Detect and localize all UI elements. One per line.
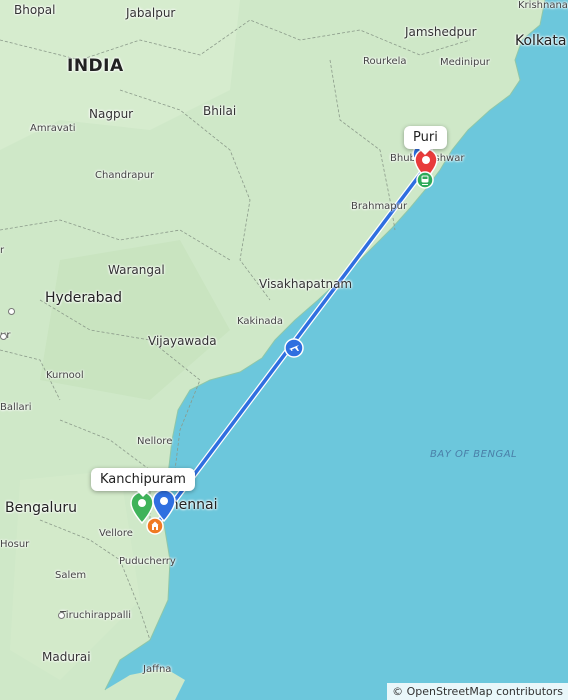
city-label-bhopal: Bhopal	[14, 3, 56, 17]
city-label-chandrapur: Chandrapur	[95, 170, 155, 181]
city-label-edge-left-1: r	[0, 245, 5, 256]
map-attribution[interactable]: © OpenStreetMap contributors	[387, 683, 568, 700]
city-label-amravati: Amravati	[30, 123, 76, 134]
city-dot	[8, 308, 15, 315]
city-label-ballari: Ballari	[0, 402, 32, 413]
city-label-kakinada: Kakinada	[237, 316, 284, 327]
city-label-bhilai: Bhilai	[203, 104, 237, 118]
city-label-warangal: Warangal	[108, 263, 165, 277]
callout-kanchipuram[interactable]: Kanchipuram	[91, 468, 195, 497]
city-label-krishnanagar: Krishnanag	[518, 0, 568, 11]
city-label-puducherry: Puducherry	[119, 556, 176, 567]
country-label: INDIA	[67, 56, 124, 76]
city-label-rourkela: Rourkela	[363, 56, 407, 67]
city-label-hyderabad: Hyderabad	[45, 290, 122, 306]
city-label-brahmapur: Brahmapur	[351, 201, 408, 212]
city-label-jaffna: Jaffna	[143, 664, 172, 675]
map-view[interactable]: INDIA BAY OF BENGAL Bhopal Jabalpur Kris…	[0, 0, 568, 700]
city-label-jamshedpur: Jamshedpur	[405, 25, 477, 39]
callout-puri[interactable]: Puri	[404, 126, 447, 155]
city-label-kurnool: Kurnool	[46, 370, 84, 381]
airplane-icon[interactable]	[284, 338, 304, 362]
train-icon[interactable]	[416, 171, 434, 193]
sea-label: BAY OF BENGAL	[430, 449, 518, 460]
city-label-vijayawada: Vijayawada	[148, 334, 217, 348]
city-label-tiruchirappalli: Tiruchirappalli	[60, 610, 132, 621]
city-label-bengaluru: Bengaluru	[5, 500, 77, 516]
city-label-jabalpur: Jabalpur	[126, 6, 176, 20]
city-label-salem: Salem	[55, 570, 87, 581]
city-label-visakhapatnam: Visakhapatnam	[259, 277, 353, 291]
city-dot	[58, 612, 65, 619]
city-label-medinipur: Medinipur	[440, 57, 490, 68]
city-dot	[0, 333, 7, 340]
city-label-vellore: Vellore	[99, 528, 133, 539]
city-label-nagpur: Nagpur	[89, 107, 134, 121]
city-label-hosur: Hosur	[0, 539, 30, 550]
city-label-madurai: Madurai	[42, 650, 91, 664]
city-label-kolkata: Kolkata	[515, 33, 567, 49]
temple-icon[interactable]	[146, 517, 164, 539]
city-label-nellore: Nellore	[137, 436, 173, 447]
